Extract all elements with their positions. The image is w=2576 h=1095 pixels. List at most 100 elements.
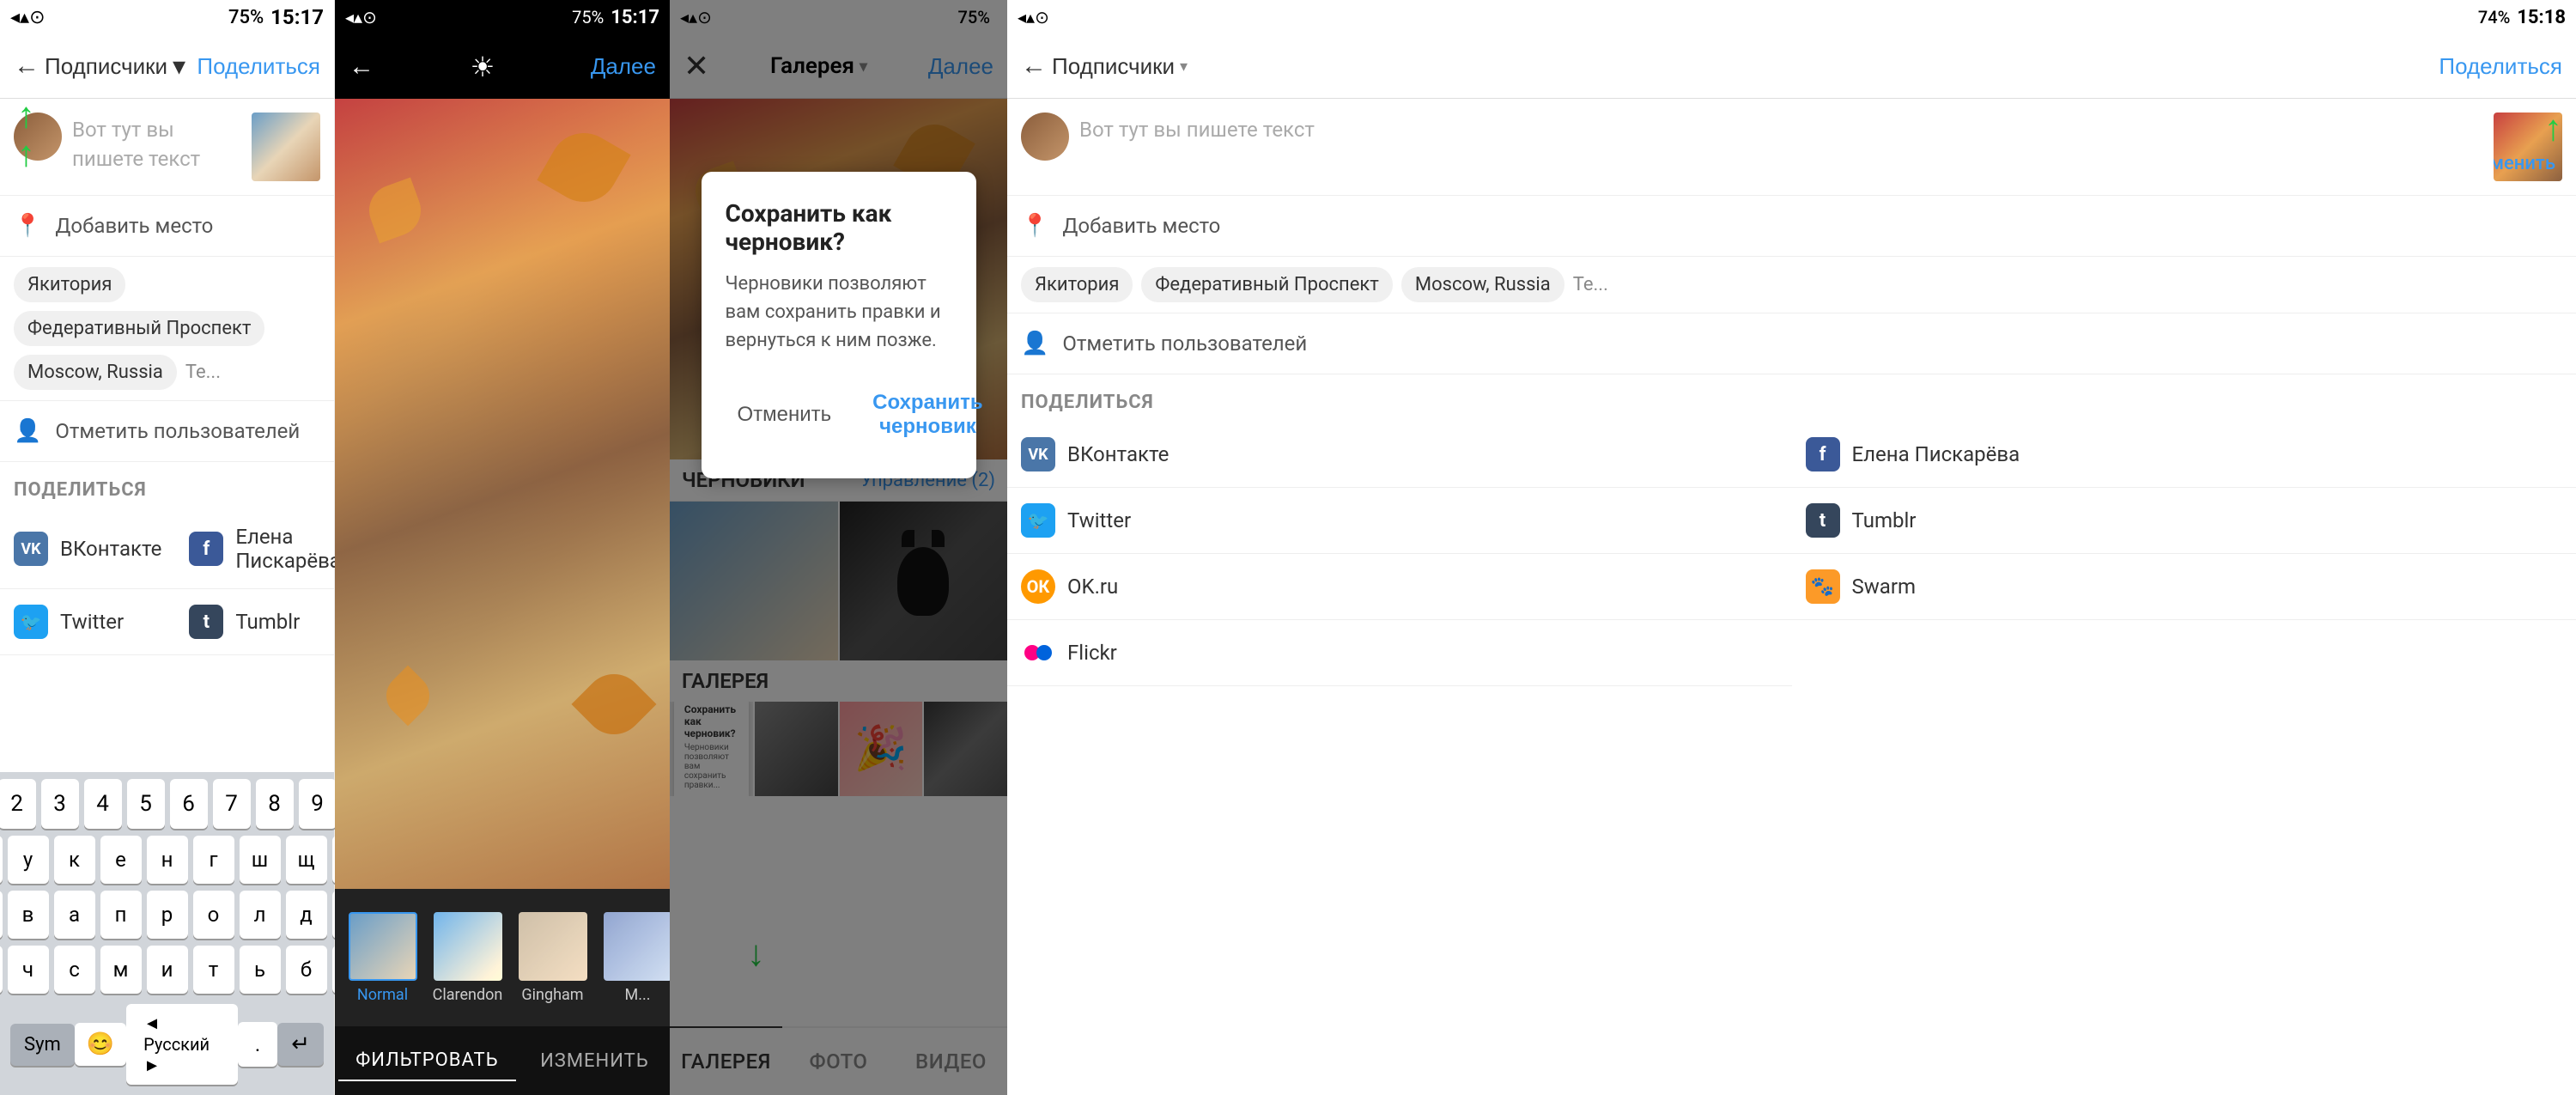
- share-item-ok-4[interactable]: ОК OK.ru: [1007, 554, 1792, 620]
- key-т[interactable]: т: [193, 946, 234, 994]
- key-е[interactable]: е: [100, 836, 142, 884]
- key-ш[interactable]: ш: [240, 836, 281, 884]
- dialog-save-button[interactable]: Сохранить черновик: [860, 379, 995, 451]
- tag-chip-4-1[interactable]: Якитория: [1021, 267, 1133, 302]
- emoji-key[interactable]: 😊: [75, 1023, 126, 1066]
- next-button-2[interactable]: Далее: [591, 53, 656, 80]
- keyboard-bottom: Sym 😊 ◄ Русский ► . ↵: [3, 1001, 331, 1088]
- post-text-input-4[interactable]: Вот тут вы пишете текст: [1079, 113, 2483, 181]
- tab-filter[interactable]: ФИЛЬТРОВАТЬ: [338, 1041, 515, 1081]
- tag-chip-2[interactable]: Федеративный Проспект: [14, 311, 264, 346]
- people-icon-1: 👤: [14, 418, 41, 444]
- back-button-4[interactable]: ← Подписчики ▾: [1021, 52, 1188, 81]
- share-item-twitter-4[interactable]: 🐦 Twitter: [1007, 488, 1792, 554]
- key-ь[interactable]: ь: [240, 946, 281, 994]
- back-button-2[interactable]: ←: [349, 52, 374, 82]
- location-label-1: Добавить место: [55, 214, 213, 238]
- filter-clarendon[interactable]: Clarendon: [427, 912, 508, 1004]
- key-2[interactable]: 2: [0, 779, 36, 829]
- post-content-area-4: Вот тут вы пишете текст Изменить ↑: [1007, 99, 2576, 196]
- sym-key[interactable]: Sym: [10, 1024, 75, 1066]
- location-row-4[interactable]: 📍 Добавить место: [1007, 196, 2576, 257]
- dropdown-arrow-4: ▾: [1180, 58, 1188, 76]
- swarm-icon-4: 🐾: [1806, 569, 1840, 604]
- key-д[interactable]: д: [286, 891, 327, 939]
- key-л[interactable]: л: [240, 891, 281, 939]
- share-label-ok-4: OK.ru: [1067, 575, 1118, 599]
- key-к[interactable]: к: [54, 836, 95, 884]
- key-4[interactable]: 4: [84, 779, 122, 829]
- location-row-1[interactable]: 📍 Добавить место: [0, 196, 334, 257]
- key-ы[interactable]: ы: [0, 891, 3, 939]
- filter-m[interactable]: M...: [597, 912, 670, 1004]
- share-label-flickr-4: Flickr: [1067, 641, 1117, 665]
- share-item-tumblr-1[interactable]: t Tumblr: [175, 589, 355, 655]
- back-button-1[interactable]: ← Подписчики ▾: [14, 52, 185, 82]
- tag-chip-1[interactable]: Якитория: [14, 267, 125, 302]
- filter-normal[interactable]: Normal: [342, 912, 423, 1004]
- share-label-vk-1: ВКонтакте: [60, 537, 161, 561]
- lang-key[interactable]: ◄ Русский ►: [126, 1004, 238, 1085]
- key-я[interactable]: я: [0, 946, 3, 994]
- fb-icon-1: f: [189, 532, 223, 566]
- key-5[interactable]: 5: [127, 779, 165, 829]
- tags-row-4: Якитория Федеративный Проспект Moscow, R…: [1007, 257, 2576, 313]
- key-р[interactable]: р: [147, 891, 188, 939]
- brightness-icon[interactable]: ☀: [471, 51, 495, 83]
- avatar-4: [1021, 113, 1069, 161]
- change-link-4[interactable]: Изменить: [2494, 153, 2555, 174]
- signal-icon: ◂▴⊙: [10, 7, 46, 28]
- dot-key[interactable]: .: [238, 1022, 277, 1067]
- key-7[interactable]: 7: [213, 779, 251, 829]
- nav-title-1: Подписчики: [45, 53, 167, 80]
- share-item-vk-1[interactable]: VK ВКонтакте: [0, 509, 175, 589]
- share-item-twitter-1[interactable]: 🐦 Twitter: [0, 589, 175, 655]
- share-item-tumblr-4[interactable]: t Tumblr: [1792, 488, 2576, 554]
- key-6[interactable]: 6: [170, 779, 208, 829]
- back-icon-1: ←: [14, 52, 39, 81]
- key-ч[interactable]: ч: [8, 946, 49, 994]
- post-text-input-1[interactable]: Вот тут вы пишете текст: [72, 113, 241, 181]
- tag-chip-3[interactable]: Moscow, Russia: [14, 355, 177, 390]
- share-button-4[interactable]: Поделиться: [2439, 53, 2562, 80]
- share-item-swarm-4[interactable]: 🐾 Swarm: [1792, 554, 2576, 620]
- key-б[interactable]: б: [286, 946, 327, 994]
- share-item-flickr-4[interactable]: Flickr: [1007, 620, 1792, 686]
- num-row: 1 2 3 4 5 6 7 8 9 0: [3, 779, 331, 829]
- key-ц[interactable]: ц: [0, 836, 3, 884]
- dialog-cancel-button[interactable]: Отменить: [726, 379, 844, 451]
- share-item-fb-1[interactable]: f Елена Пискарёва: [175, 509, 355, 589]
- key-м[interactable]: м: [100, 946, 142, 994]
- vk-icon-4: VK: [1021, 437, 1055, 471]
- key-и[interactable]: и: [147, 946, 188, 994]
- key-щ[interactable]: щ: [286, 836, 327, 884]
- share-item-vk-4[interactable]: VK ВКонтакте: [1007, 422, 1792, 488]
- tab-edit[interactable]: ИЗМЕНИТЬ: [523, 1042, 666, 1080]
- key-8[interactable]: 8: [256, 779, 294, 829]
- key-н[interactable]: н: [147, 836, 188, 884]
- key-у[interactable]: у: [8, 836, 49, 884]
- filter-normal-label: Normal: [357, 986, 408, 1004]
- share-button-1[interactable]: Поделиться: [197, 53, 320, 80]
- filter-clarendon-label: Clarendon: [433, 986, 503, 1004]
- status-bar-2: ◂▴⊙ 75% 15:17: [335, 0, 670, 34]
- row-2: ф ы в а п р о л д ж э: [3, 891, 331, 939]
- key-с[interactable]: с: [54, 946, 95, 994]
- enter-key[interactable]: ↵: [277, 1023, 324, 1066]
- key-3[interactable]: 3: [41, 779, 79, 829]
- tag-chip-4-3[interactable]: Moscow, Russia: [1401, 267, 1564, 302]
- share-item-fb-4[interactable]: f Елена Пискарёва: [1792, 422, 2576, 488]
- tag-chip-4-2[interactable]: Федеративный Проспект: [1141, 267, 1392, 302]
- key-а[interactable]: а: [54, 891, 95, 939]
- tags-row-1: Якитория Федеративный Проспект Moscow, R…: [0, 257, 334, 401]
- key-в[interactable]: в: [8, 891, 49, 939]
- edit-tabs: ФИЛЬТРОВАТЬ ИЗМЕНИТЬ: [335, 1026, 670, 1095]
- filter-gingham[interactable]: Gingham: [512, 912, 593, 1004]
- key-п[interactable]: п: [100, 891, 142, 939]
- ok-icon-4: ОК: [1021, 569, 1055, 604]
- key-9[interactable]: 9: [299, 779, 337, 829]
- people-row-4[interactable]: 👤 Отметить пользователей: [1007, 313, 2576, 374]
- people-row-1[interactable]: 👤 Отметить пользователей: [0, 401, 334, 462]
- key-г[interactable]: г: [193, 836, 234, 884]
- key-о[interactable]: о: [193, 891, 234, 939]
